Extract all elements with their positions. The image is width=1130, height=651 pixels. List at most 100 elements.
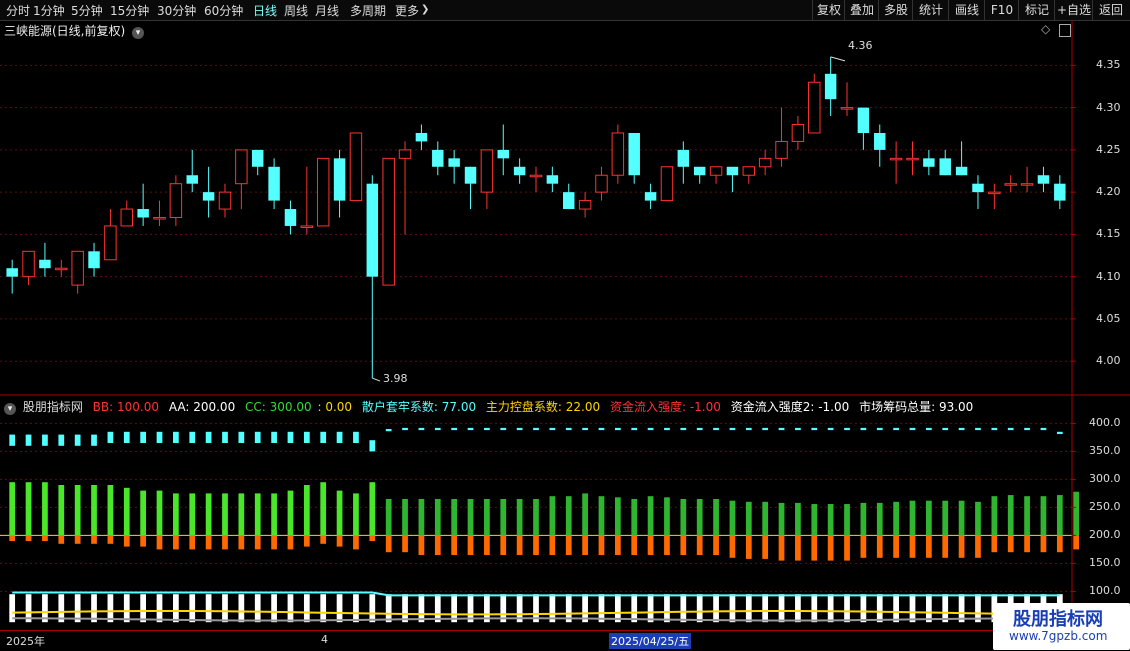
cyan-bar [205,431,212,443]
cyan-bar [189,431,196,443]
candle-body [923,158,935,167]
orange-bar [418,535,425,555]
white-bar [287,594,294,623]
cyan-bar [975,427,981,431]
orange-bar [647,535,654,555]
candle-body [791,124,805,142]
panel-toggle-icon[interactable] [1059,24,1071,37]
indicator-header: ▾ 股朋指标网 BB: 100.00 AA: 200.00 CC: 300.00… [4,398,979,415]
orange-bar [42,535,48,541]
orange-bar [434,535,441,555]
cyan-bar [745,427,752,431]
cyan-bar [336,431,343,443]
orange-bar [467,535,474,555]
green-bar [451,499,458,536]
orange-bar [271,535,277,550]
green-bar [353,493,359,536]
white-bar [140,594,147,623]
candle-body [22,250,35,278]
candle-body [677,149,690,167]
cyan-bar [369,440,376,452]
green-bar [827,504,834,536]
green-bar [500,499,507,536]
candle-body [333,158,346,201]
candle-body [889,157,903,161]
indicator-bars [0,427,1080,623]
candle-body [906,157,919,161]
candle-body [448,158,460,167]
orange-bar [958,535,965,558]
candle-body [563,192,575,210]
white-bar [336,594,343,623]
candle-body [939,158,951,176]
candle-body [71,250,84,286]
indicator-tick-label: 200.0 [1089,528,1121,542]
orange-bar [238,535,245,550]
orange-bar [451,535,458,555]
price-tick-label: 4.10 [1096,269,1121,283]
green-bar [9,482,16,536]
cyan-bar [402,427,408,431]
orange-bar [9,535,16,541]
indicator-tick-label: 150.0 [1089,556,1121,570]
white-bar [925,594,932,623]
cyan-bar [533,427,539,431]
white-bar [369,594,376,623]
candle-body [497,149,509,159]
cyan-bar [795,427,801,431]
cyan-bar [713,427,719,431]
candle-body [480,149,494,193]
green-bar [385,499,392,536]
cyan-bar [1056,431,1063,435]
candle-body [55,267,68,271]
orange-bar [614,535,621,555]
cyan-bar [467,427,474,431]
orange-bar [844,535,850,561]
white-bar [909,594,916,623]
cyan-bar [418,427,425,431]
orange-bar [74,535,81,544]
high-annotation: 4.36 [848,39,873,52]
candle-body [611,132,625,176]
orange-bar [975,535,981,558]
cyan-bar [598,427,605,431]
kline-chart[interactable] [0,0,1130,650]
chevron-down-icon[interactable]: ▾ [4,403,16,415]
orange-bar [991,535,998,553]
price-tick-label: 4.15 [1096,227,1121,241]
orange-bar [303,535,310,547]
candle-body [660,166,674,202]
white-bar [156,594,163,623]
orange-bar [778,535,785,561]
cyan-bar [25,434,32,446]
price-tick-label: 4.35 [1096,58,1121,72]
green-bar [402,499,408,536]
orange-bar [549,535,556,555]
orange-bar [107,535,114,544]
white-bar [876,594,883,623]
indicator-chouma: 市场筹码总量: 93.00 [859,400,974,414]
candle-body [300,225,314,228]
indicator-tick-label: 400.0 [1089,416,1121,430]
white-bar [664,594,670,623]
white-bar [303,594,310,623]
candle-body [202,192,215,201]
diamond-icon[interactable]: ◇ [1041,22,1050,36]
green-bar [876,502,883,536]
green-bar [516,499,523,536]
green-bar [778,502,785,536]
candle-body [529,174,543,178]
green-bar [418,499,425,536]
price-tick-label: 4.00 [1096,354,1121,368]
candle-body [758,157,772,168]
orange-bar [1007,535,1014,553]
orange-bar [320,535,327,544]
candle-body [137,209,149,218]
white-bar [173,594,179,623]
orange-bar [58,535,65,544]
watermark: 股朋指标网 www.7gpzb.com [993,603,1130,650]
candle-body [955,166,968,176]
candle-body [1004,183,1017,186]
cyan-bar [582,427,588,431]
green-bar [975,501,981,536]
